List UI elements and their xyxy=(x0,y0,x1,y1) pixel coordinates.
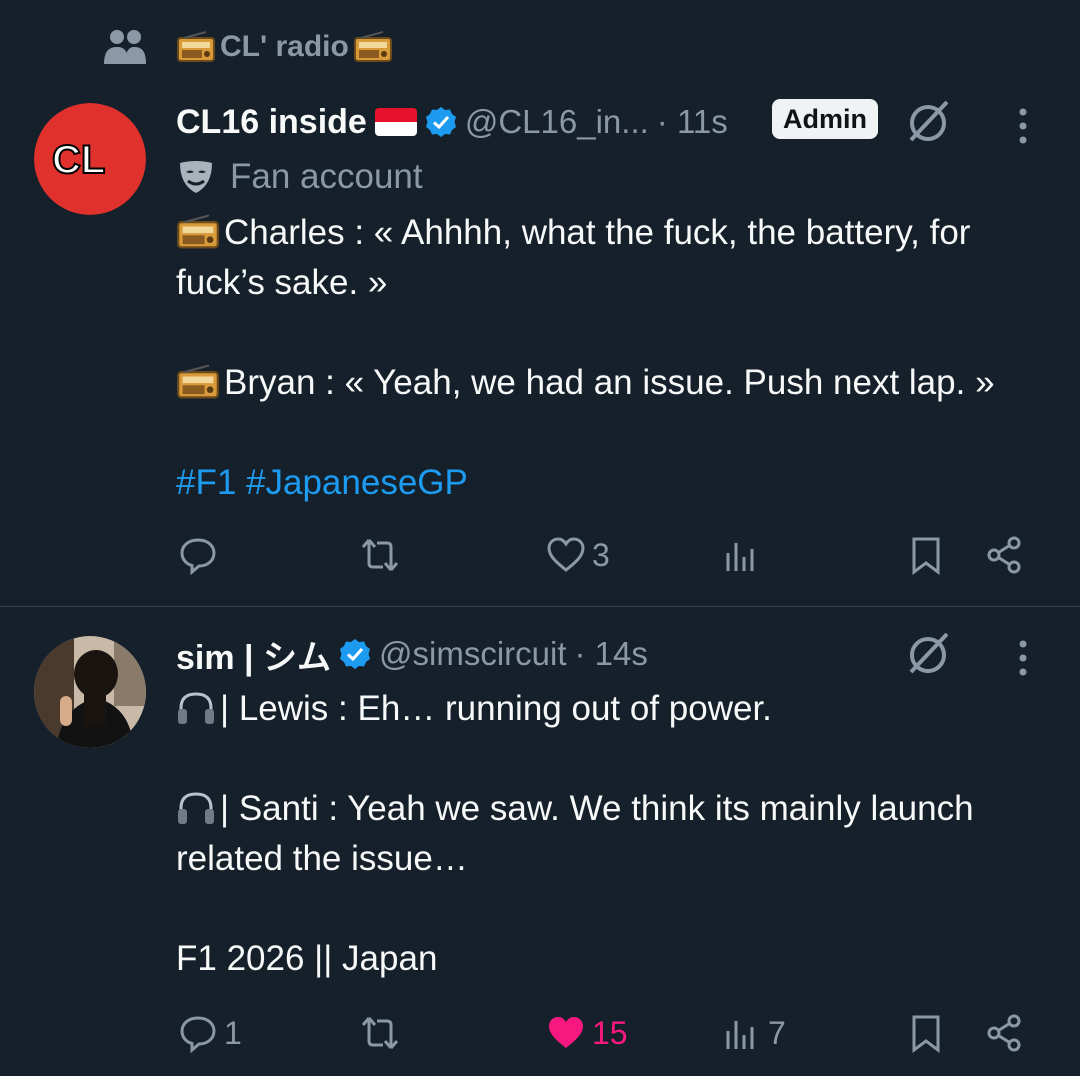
display-name[interactable]: sim | シム xyxy=(176,630,331,679)
post-line: | Lewis : Eh… running out of power. xyxy=(176,684,1056,734)
verified-badge-icon[interactable] xyxy=(425,106,457,138)
post-line-text: Charles : « Ahhhh, what the fuck, the ba… xyxy=(176,213,971,302)
mask-icon xyxy=(180,161,212,193)
bookmark-icon xyxy=(912,537,940,575)
post-line-text: | Lewis : Eh… running out of power. xyxy=(220,689,772,728)
radio-icon xyxy=(353,31,392,62)
heart-icon xyxy=(547,537,585,572)
monaco-flag-icon xyxy=(374,108,417,136)
avatar-image: CL xyxy=(34,103,146,215)
reply-icon xyxy=(180,1016,216,1053)
post[interactable]: sim | シム @simscircuit · 14s | Lewis : Eh… xyxy=(0,606,1080,1076)
share-button[interactable] xyxy=(984,530,1024,580)
more-options-icon[interactable] xyxy=(1017,638,1029,678)
post-body: | Lewis : Eh… running out of power. | Sa… xyxy=(176,684,1056,984)
views-count: 7 xyxy=(768,1014,786,1051)
reply-button[interactable] xyxy=(178,530,224,580)
post-line: | Santi : Yeah we saw. We think its main… xyxy=(176,784,1056,884)
views-button[interactable]: 7 xyxy=(722,1008,786,1058)
timestamp[interactable]: · 11s xyxy=(657,103,728,141)
headphones-icon xyxy=(178,692,214,724)
reply-button[interactable]: 1 xyxy=(178,1008,242,1058)
share-icon xyxy=(987,1014,1021,1052)
bookmark-icon xyxy=(912,1015,940,1053)
action-bar: 3 xyxy=(0,530,1080,580)
avatar[interactable]: CL xyxy=(34,103,146,215)
share-button[interactable] xyxy=(984,1008,1024,1058)
people-icon xyxy=(104,30,146,64)
action-bar: 1 15 7 xyxy=(0,1008,1080,1058)
share-icon xyxy=(987,536,1021,574)
radio-icon xyxy=(177,364,219,399)
heart-filled-icon xyxy=(549,1017,583,1048)
like-button[interactable]: 15 xyxy=(546,1008,628,1058)
grok-icon[interactable] xyxy=(903,96,953,146)
fan-account-text: Fan account xyxy=(230,157,423,196)
avatar-image xyxy=(34,636,146,748)
analytics-icon xyxy=(726,1021,754,1049)
post-line-text: Bryan : « Yeah, we had an issue. Push ne… xyxy=(224,363,995,402)
svg-text:CL: CL xyxy=(52,138,105,182)
headphones-icon xyxy=(178,792,214,824)
reply-count: 1 xyxy=(224,1014,242,1051)
grok-icon[interactable] xyxy=(903,628,953,678)
post[interactable]: CL CL16 inside @CL16_in... · 11s Admin F… xyxy=(0,88,1080,607)
bookmark-button[interactable] xyxy=(906,530,946,580)
radio-icon xyxy=(177,214,219,249)
post-line: Bryan : « Yeah, we had an issue. Push ne… xyxy=(176,358,1056,408)
post-body: Charles : « Ahhhh, what the fuck, the ba… xyxy=(176,208,1056,508)
bookmark-button[interactable] xyxy=(906,1008,946,1058)
reply-icon xyxy=(180,538,216,575)
community-header[interactable]: CL' radio xyxy=(0,28,1080,68)
radio-icon xyxy=(177,31,215,62)
hashtags-link[interactable]: #F1 #JapaneseGP xyxy=(176,458,1056,508)
like-button[interactable]: 3 xyxy=(546,530,610,580)
fan-account-label: Fan account xyxy=(176,155,423,199)
views-button[interactable] xyxy=(722,530,768,580)
avatar[interactable] xyxy=(34,636,146,748)
admin-badge: Admin xyxy=(772,99,878,139)
repost-button[interactable] xyxy=(360,530,406,580)
post-line: Charles : « Ahhhh, what the fuck, the ba… xyxy=(176,208,1056,308)
repost-icon xyxy=(361,539,399,571)
community-title: CL' radio xyxy=(220,30,349,63)
timestamp[interactable]: · 14s xyxy=(575,635,648,673)
post-line-text: | Santi : Yeah we saw. We think its main… xyxy=(176,789,974,878)
repost-icon xyxy=(361,1017,399,1049)
analytics-icon xyxy=(726,543,754,571)
handle[interactable]: @CL16_in... xyxy=(465,103,649,141)
more-options-icon[interactable] xyxy=(1017,106,1029,146)
post-line: F1 2026 || Japan xyxy=(176,939,438,978)
like-count: 15 xyxy=(592,1014,628,1051)
like-count: 3 xyxy=(592,536,610,573)
community-name[interactable]: CL' radio xyxy=(176,30,393,64)
verified-badge-icon[interactable] xyxy=(339,638,371,670)
display-name[interactable]: CL16 inside xyxy=(176,103,367,142)
handle[interactable]: @simscircuit xyxy=(379,635,567,673)
repost-button[interactable] xyxy=(360,1008,406,1058)
